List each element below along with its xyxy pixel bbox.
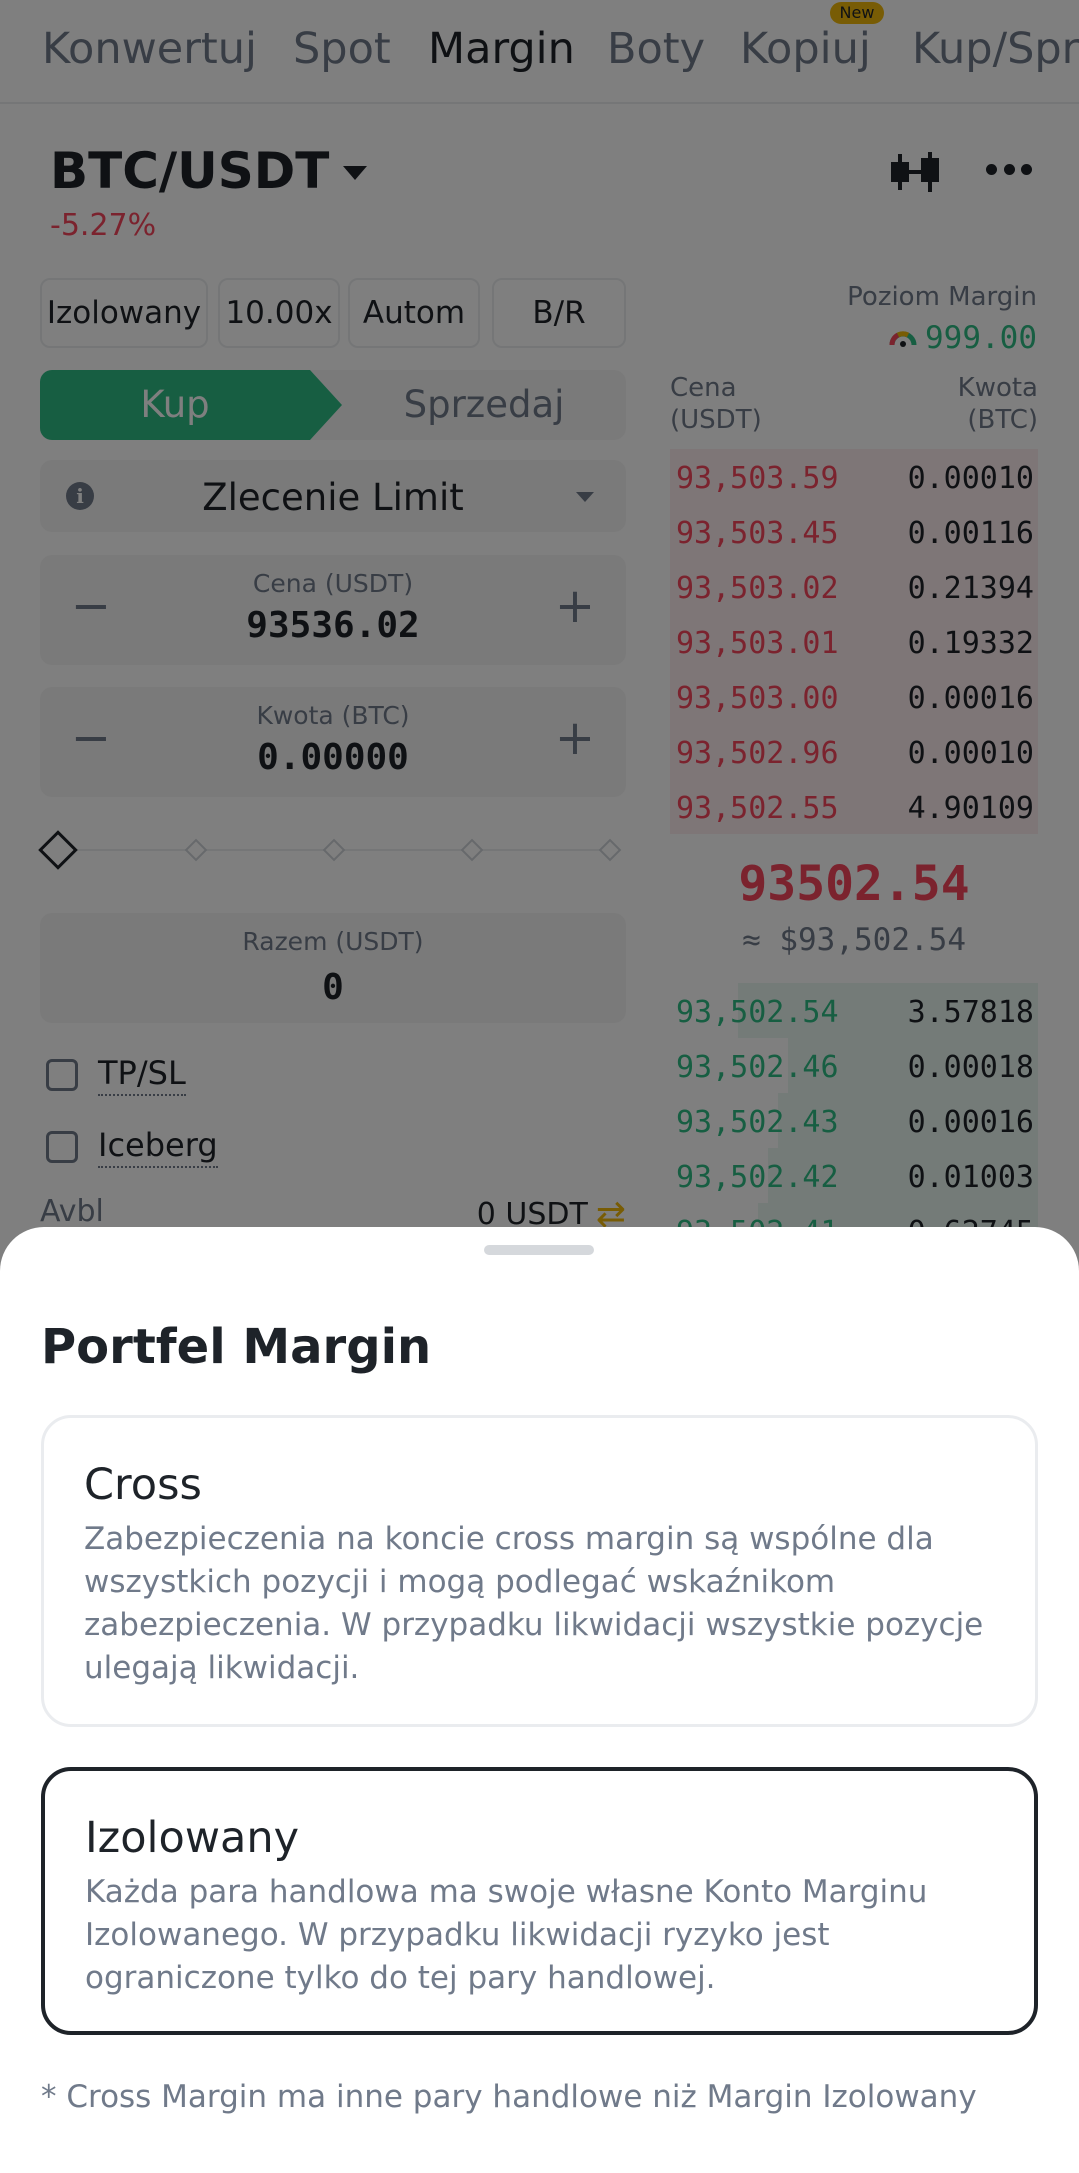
option-isolated-description: Każda para handlowa ma swoje własne Kont… [85,1874,928,1996]
option-isolated[interactable]: Izolowany Każda para handlowa ma swoje w… [41,1767,1038,2035]
option-isolated-title: Izolowany [85,1813,300,1863]
sheet-footnote: * Cross Margin ma inne pary handlowe niż… [41,2079,977,2115]
margin-wallet-sheet: Portfel Margin Cross Zabezpieczenia na k… [0,1227,1079,2173]
option-cross-description: Zabezpieczenia na koncie cross margin są… [84,1521,984,1686]
sheet-drag-handle[interactable] [484,1245,594,1255]
sheet-title: Portfel Margin [41,1319,432,1375]
option-cross[interactable]: Cross Zabezpieczenia na koncie cross mar… [41,1415,1038,1727]
option-cross-title: Cross [84,1460,202,1510]
